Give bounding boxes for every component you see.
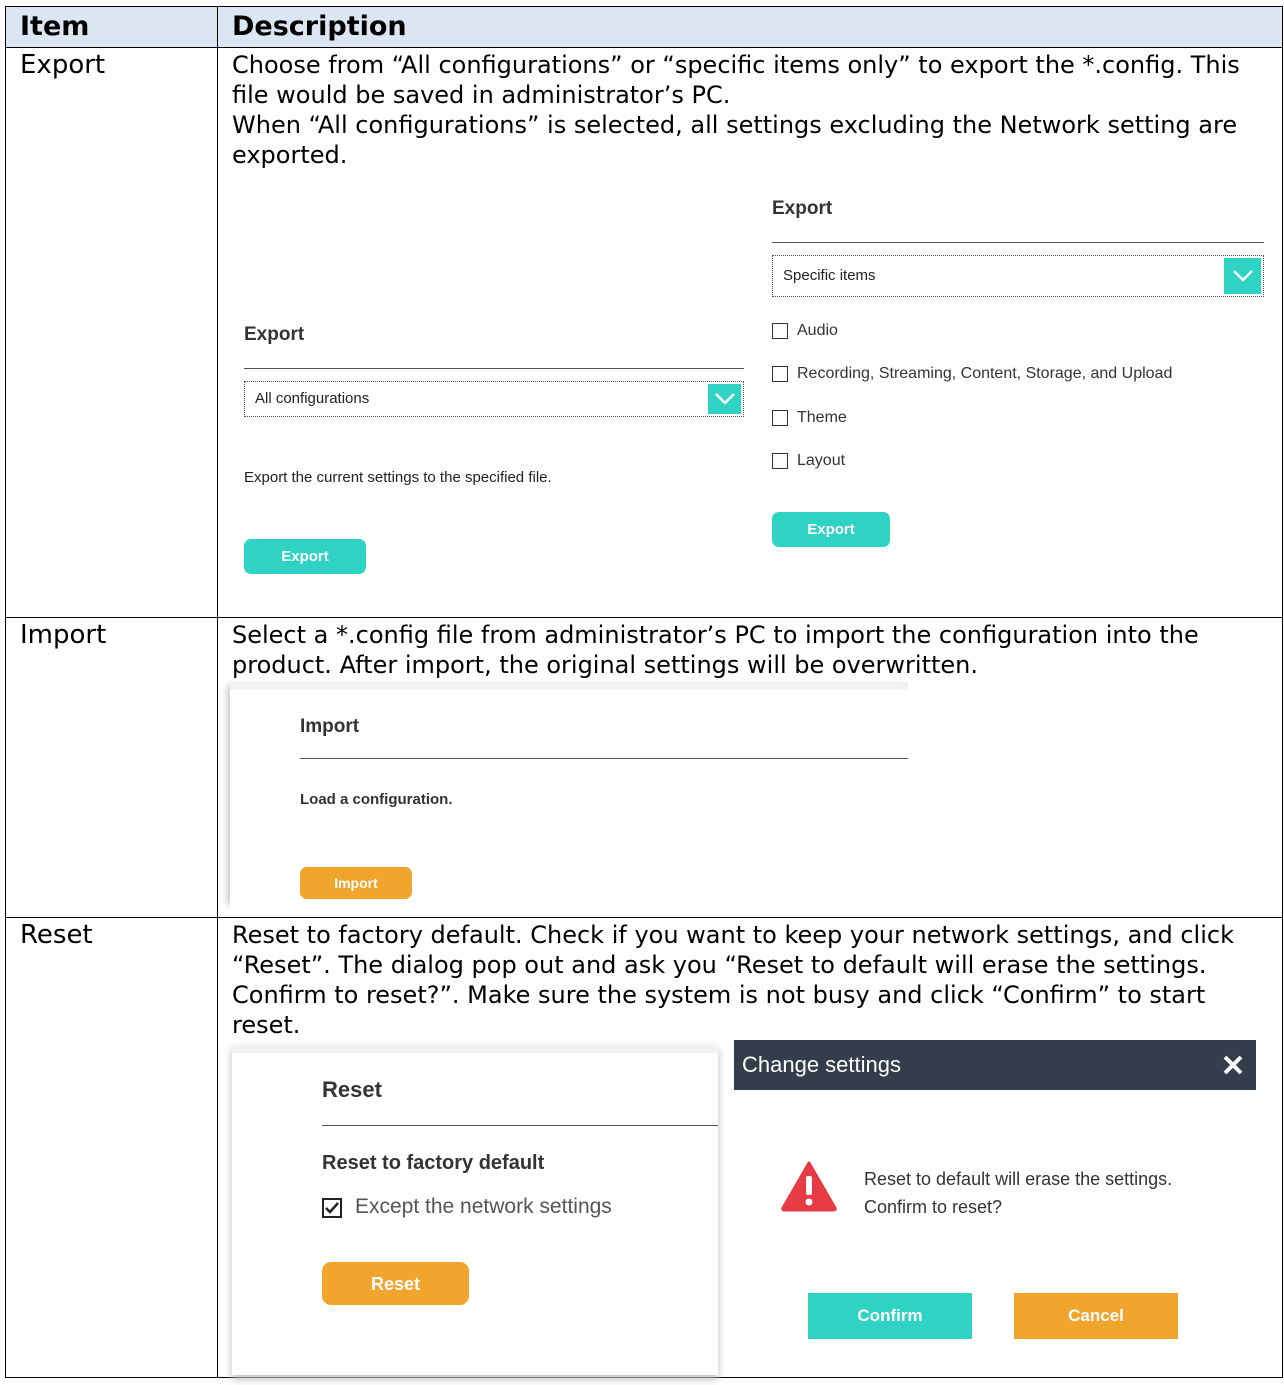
description-import: Select a *.config file from administrato… (217, 617, 1283, 918)
option-label: Theme (797, 409, 847, 426)
export-type-select[interactable]: All configurations (244, 381, 744, 417)
confirm-button[interactable]: Confirm (808, 1293, 972, 1339)
description-reset: Reset to factory default. Check if you w… (217, 917, 1283, 1378)
warning-triangle-icon (780, 1160, 838, 1220)
divider (322, 1125, 718, 1126)
divider (244, 368, 744, 369)
header-item: Item (5, 6, 218, 48)
option-label: Audio (797, 322, 838, 339)
export-type-select[interactable]: Specific items (772, 255, 1264, 297)
option-recording[interactable]: Recording, Streaming, Content, Storage, … (772, 359, 1172, 389)
export-panel-all: Export All configurations Export the cur… (244, 320, 744, 574)
item-reset: Reset (5, 917, 218, 1378)
reset-button[interactable]: Reset (322, 1262, 469, 1305)
document-table: Item Description Export Choose from “All… (5, 6, 1283, 1378)
description-export: Choose from “All configurations” or “spe… (217, 47, 1283, 618)
import-note: Load a configuration. (300, 791, 453, 808)
reset-title: Reset (322, 1077, 382, 1102)
reset-panel: Reset Reset to factory default Except th… (232, 1045, 718, 1375)
export-note: Export the current settings to the speci… (244, 469, 552, 486)
checkbox-icon[interactable] (772, 366, 788, 382)
option-label: Layout (797, 452, 846, 469)
export-button[interactable]: Export (244, 539, 366, 574)
checkbox-label: Except the network settings (355, 1195, 612, 1218)
select-value: All configurations (255, 390, 370, 407)
import-title: Import (300, 716, 360, 737)
change-settings-dialog: Change settings Reset to default will er… (734, 1040, 1256, 1370)
divider (300, 758, 908, 759)
item-import: Import (5, 617, 218, 918)
dialog-message: Reset to default will erase the settings… (864, 1169, 1173, 1217)
reset-screenshots: Reset Reset to factory default Except th… (232, 1040, 1268, 1375)
chevron-down-icon (708, 384, 741, 414)
table-header-row: Item Description (5, 6, 1283, 48)
checkbox-checked-icon[interactable] (322, 1197, 342, 1218)
dialog-title: Change settings (742, 1052, 901, 1077)
import-panel: Import Load a configuration. Import (230, 682, 908, 908)
checkbox-icon[interactable] (772, 453, 788, 469)
divider (772, 242, 1264, 243)
description-reset-text: Reset to factory default. Check if you w… (232, 921, 1234, 1039)
item-export: Export (5, 47, 218, 618)
option-audio[interactable]: Audio (772, 316, 838, 346)
import-button[interactable]: Import (300, 867, 412, 899)
export-panel-specific: Export Specific items Audio Recording, S… (772, 194, 1264, 574)
option-theme[interactable]: Theme (772, 403, 847, 433)
description-import-text: Select a *.config file from administrato… (232, 621, 1199, 679)
description-export-text: Choose from “All configurations” or “spe… (232, 51, 1240, 169)
export-panel-title: Export (244, 324, 305, 345)
export-button[interactable]: Export (772, 512, 890, 547)
cancel-button[interactable]: Cancel (1014, 1293, 1178, 1339)
header-description: Description (217, 6, 1283, 48)
table-row-reset: Reset Reset to factory default. Check if… (5, 917, 1283, 1378)
export-panel-title: Export (772, 198, 833, 219)
table-row-import: Import Select a *.config file from admin… (5, 617, 1283, 918)
close-icon[interactable] (1222, 1054, 1244, 1076)
dialog-titlebar: Change settings (734, 1040, 1256, 1090)
checkbox-icon[interactable] (772, 323, 788, 339)
chevron-down-icon (1224, 258, 1261, 294)
select-value: Specific items (783, 267, 876, 284)
table-row-export: Export Choose from “All configurations” … (5, 47, 1283, 618)
option-label: Recording, Streaming, Content, Storage, … (797, 365, 1173, 382)
option-layout[interactable]: Layout (772, 446, 845, 476)
checkbox-icon[interactable] (772, 410, 788, 426)
keep-network-option[interactable]: Except the network settings (322, 1192, 718, 1222)
export-screenshots: Export All configurations Export the cur… (232, 170, 1268, 590)
reset-subtitle: Reset to factory default (322, 1152, 545, 1174)
